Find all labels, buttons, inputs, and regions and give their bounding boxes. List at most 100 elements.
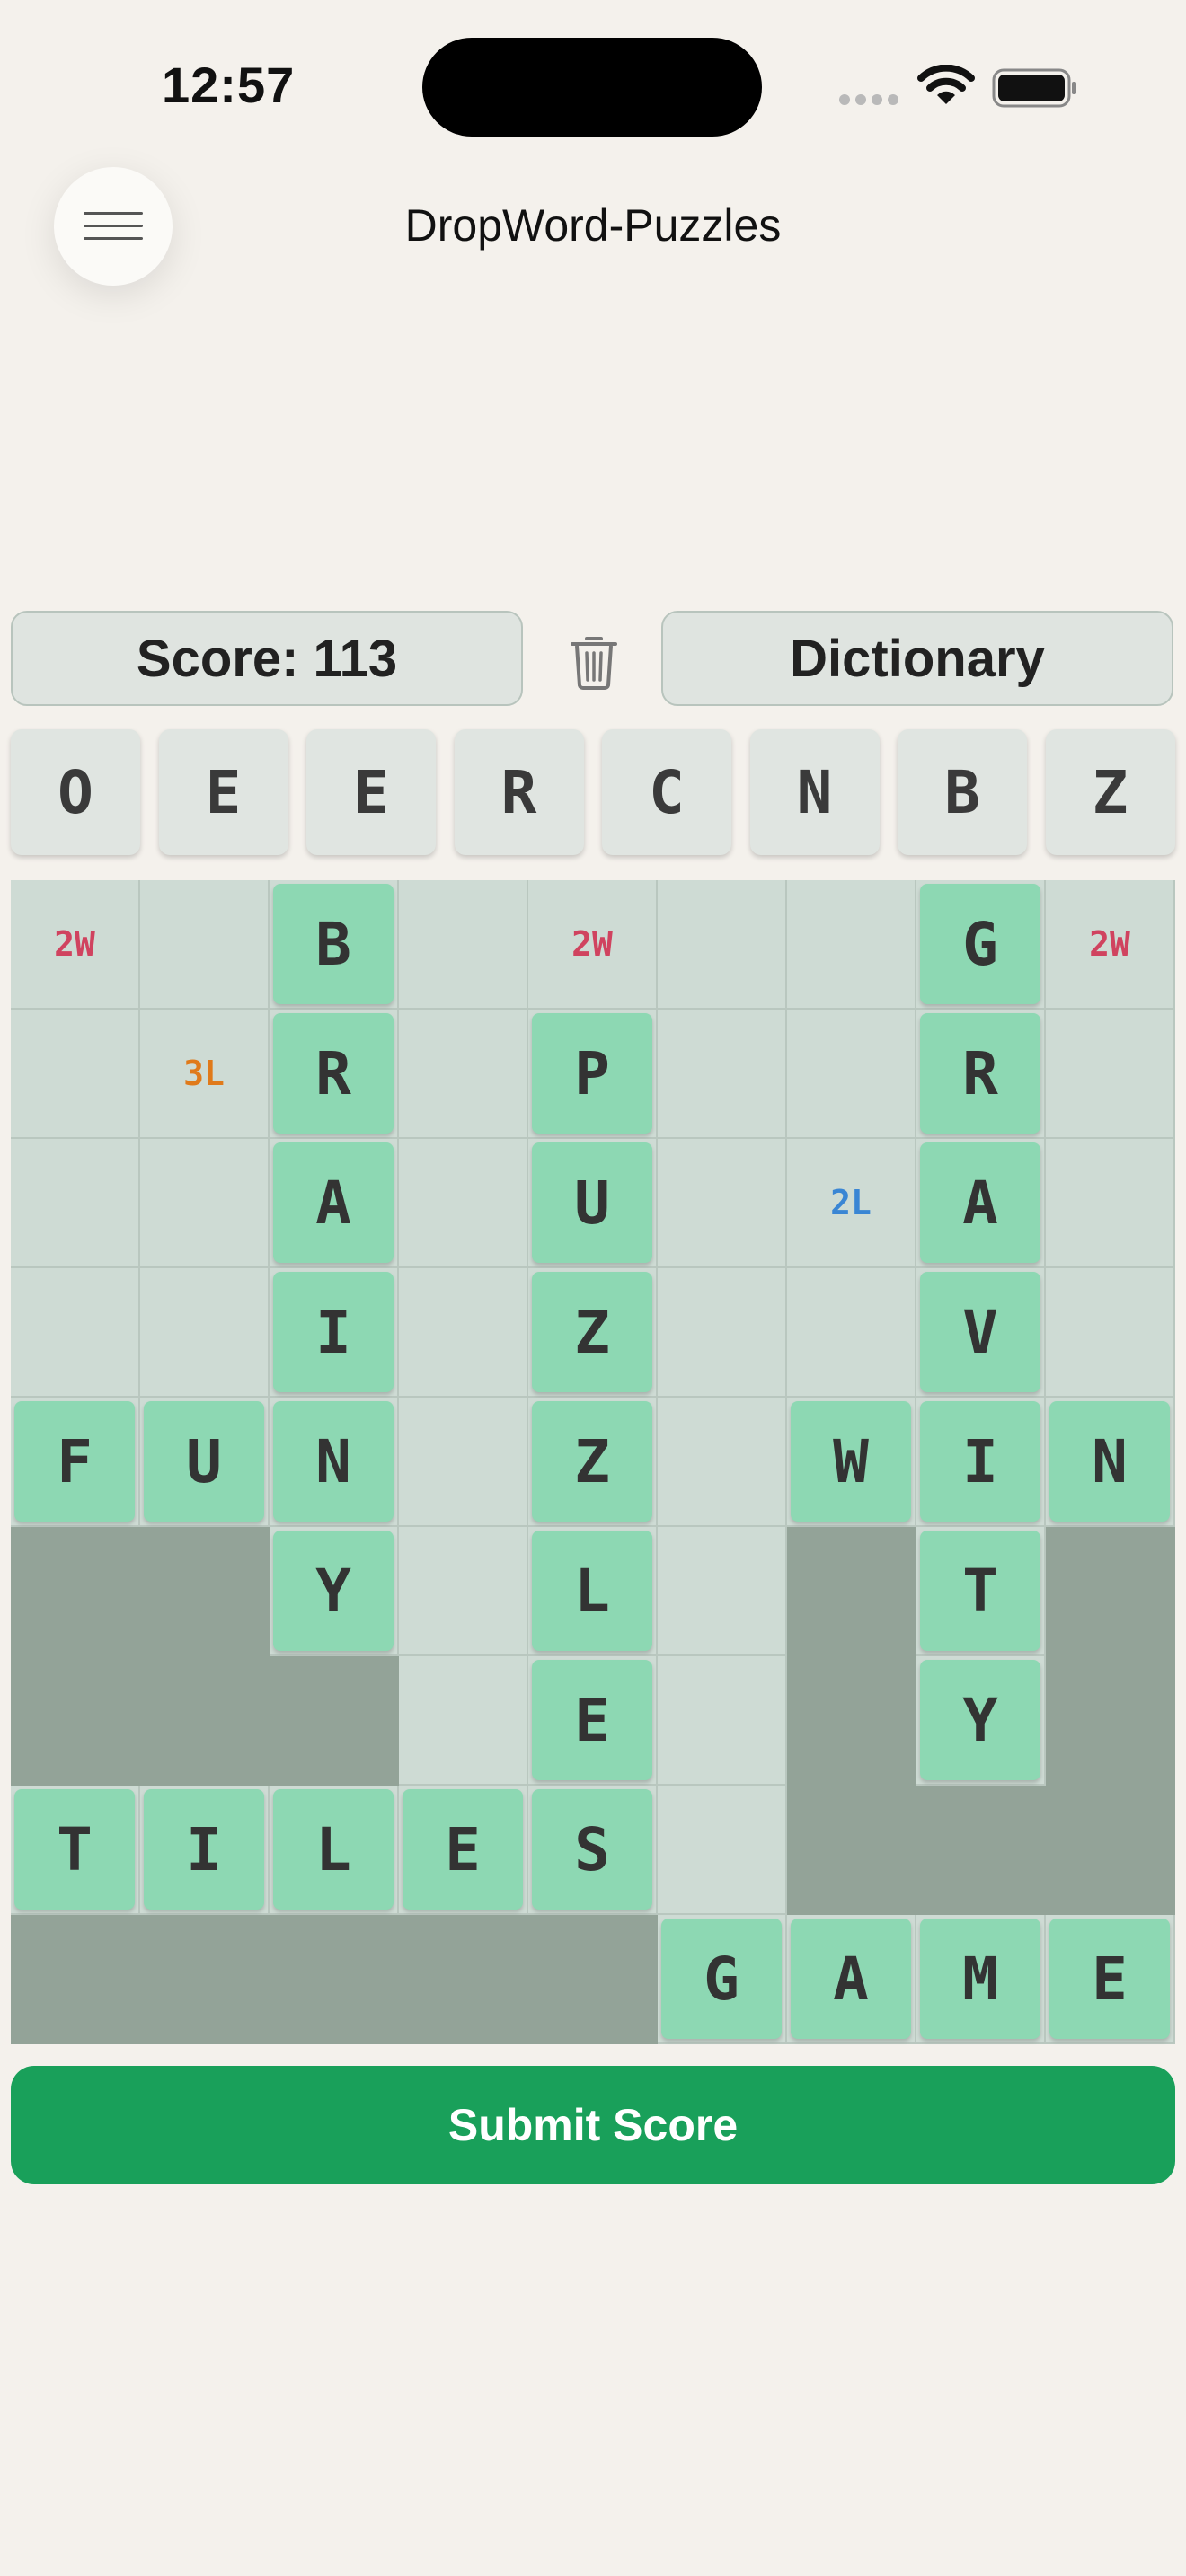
board-cell[interactable] — [399, 1527, 528, 1656]
letter-tile[interactable]: A — [920, 1142, 1040, 1263]
letter-tile[interactable]: Z — [532, 1272, 652, 1392]
board-cell[interactable] — [399, 1656, 528, 1786]
board-cell[interactable]: Z — [528, 1398, 658, 1527]
letter-tile[interactable]: G — [920, 884, 1040, 1004]
board-cell[interactable] — [658, 1139, 787, 1268]
board-cell[interactable] — [11, 1010, 140, 1139]
board-cell[interactable]: I — [270, 1268, 399, 1398]
letter-tile[interactable]: F — [14, 1401, 135, 1522]
letter-tile[interactable]: M — [920, 1919, 1040, 2039]
board-cell[interactable]: 2W — [528, 880, 658, 1010]
board-cell[interactable]: S — [528, 1786, 658, 1915]
board-cell[interactable]: U — [140, 1398, 270, 1527]
board-cell[interactable] — [658, 1786, 787, 1915]
board-cell[interactable]: T — [11, 1786, 140, 1915]
board-cell[interactable] — [1046, 1268, 1175, 1398]
board-cell[interactable]: A — [787, 1915, 916, 2044]
letter-tile[interactable]: T — [920, 1531, 1040, 1651]
board-cell[interactable]: E — [399, 1786, 528, 1915]
board-cell[interactable] — [399, 1010, 528, 1139]
submit-score-button[interactable]: Submit Score — [11, 2066, 1175, 2184]
board-cell[interactable]: L — [270, 1786, 399, 1915]
board-cell[interactable]: G — [658, 1915, 787, 2044]
board-cell[interactable]: Y — [270, 1527, 399, 1656]
rack-tile[interactable]: N — [749, 729, 880, 855]
letter-tile[interactable]: G — [661, 1919, 782, 2039]
letter-tile[interactable]: Y — [273, 1531, 394, 1651]
rack-tile[interactable]: O — [11, 729, 140, 855]
board-cell[interactable]: B — [270, 880, 399, 1010]
board-cell[interactable]: R — [270, 1010, 399, 1139]
board-cell[interactable] — [1046, 1139, 1175, 1268]
trash-button[interactable] — [557, 625, 631, 699]
game-board[interactable]: 2W B 2W G 2W 3L R P R A U 2L A I Z V F U N Z W I N Y L T E Y T I L E S G A… — [11, 880, 1175, 2044]
board-cell[interactable]: 3L — [140, 1010, 270, 1139]
letter-tile[interactable]: I — [273, 1272, 394, 1392]
board-cell[interactable]: G — [916, 880, 1046, 1010]
board-cell[interactable]: M — [916, 1915, 1046, 2044]
board-cell[interactable] — [140, 880, 270, 1010]
letter-tile[interactable]: L — [532, 1531, 652, 1651]
letter-tile[interactable]: R — [273, 1013, 394, 1134]
letter-tile[interactable]: I — [920, 1401, 1040, 1522]
board-cell[interactable] — [11, 1268, 140, 1398]
board-cell[interactable] — [1046, 1010, 1175, 1139]
letter-tile[interactable]: Y — [920, 1660, 1040, 1780]
board-cell[interactable] — [658, 1268, 787, 1398]
board-cell[interactable] — [399, 1268, 528, 1398]
board-cell[interactable]: T — [916, 1527, 1046, 1656]
board-cell[interactable]: 2W — [1046, 880, 1175, 1010]
board-cell[interactable] — [787, 880, 916, 1010]
letter-tile[interactable]: L — [273, 1789, 394, 1910]
letter-tile[interactable]: B — [273, 884, 394, 1004]
board-cell[interactable] — [658, 1656, 787, 1786]
rack-tile[interactable]: C — [602, 729, 731, 855]
board-cell[interactable]: R — [916, 1010, 1046, 1139]
letter-tile[interactable]: W — [791, 1401, 911, 1522]
board-cell[interactable] — [658, 1398, 787, 1527]
board-cell[interactable]: F — [11, 1398, 140, 1527]
letter-tile[interactable]: V — [920, 1272, 1040, 1392]
letter-tile[interactable]: A — [273, 1142, 394, 1263]
letter-tile[interactable]: I — [144, 1789, 264, 1910]
letter-tile[interactable]: E — [532, 1660, 652, 1780]
letter-tile[interactable]: U — [144, 1401, 264, 1522]
board-cell[interactable]: L — [528, 1527, 658, 1656]
board-cell[interactable] — [787, 1010, 916, 1139]
board-cell[interactable] — [399, 1139, 528, 1268]
board-cell[interactable]: A — [270, 1139, 399, 1268]
letter-tile[interactable]: N — [273, 1401, 394, 1522]
letter-tile[interactable]: T — [14, 1789, 135, 1910]
board-cell[interactable]: U — [528, 1139, 658, 1268]
rack-tile[interactable]: Z — [1045, 729, 1175, 855]
board-cell[interactable]: Z — [528, 1268, 658, 1398]
rack-tile[interactable]: E — [306, 729, 436, 855]
board-cell[interactable]: Y — [916, 1656, 1046, 1786]
letter-tile[interactable]: E — [403, 1789, 523, 1910]
letter-tile[interactable]: U — [532, 1142, 652, 1263]
board-cell[interactable]: N — [270, 1398, 399, 1527]
board-cell[interactable]: W — [787, 1398, 916, 1527]
board-cell[interactable] — [658, 880, 787, 1010]
board-cell[interactable]: V — [916, 1268, 1046, 1398]
board-cell[interactable]: I — [140, 1786, 270, 1915]
board-cell[interactable] — [140, 1268, 270, 1398]
rack-tile[interactable]: R — [454, 729, 584, 855]
board-cell[interactable] — [11, 1139, 140, 1268]
letter-tile[interactable]: E — [1049, 1919, 1170, 2039]
board-cell[interactable] — [399, 880, 528, 1010]
board-cell[interactable] — [787, 1268, 916, 1398]
board-cell[interactable]: P — [528, 1010, 658, 1139]
letter-tile[interactable]: A — [791, 1919, 911, 2039]
board-cell[interactable]: E — [1046, 1915, 1175, 2044]
board-cell[interactable]: A — [916, 1139, 1046, 1268]
rack-tile[interactable]: E — [158, 729, 288, 855]
letter-tile[interactable]: Z — [532, 1401, 652, 1522]
dictionary-button[interactable]: Dictionary — [661, 611, 1173, 706]
letter-tile[interactable]: N — [1049, 1401, 1170, 1522]
board-cell[interactable]: N — [1046, 1398, 1175, 1527]
board-cell[interactable]: 2L — [787, 1139, 916, 1268]
board-cell[interactable]: E — [528, 1656, 658, 1786]
board-cell[interactable]: 2W — [11, 880, 140, 1010]
letter-tile[interactable]: S — [532, 1789, 652, 1910]
